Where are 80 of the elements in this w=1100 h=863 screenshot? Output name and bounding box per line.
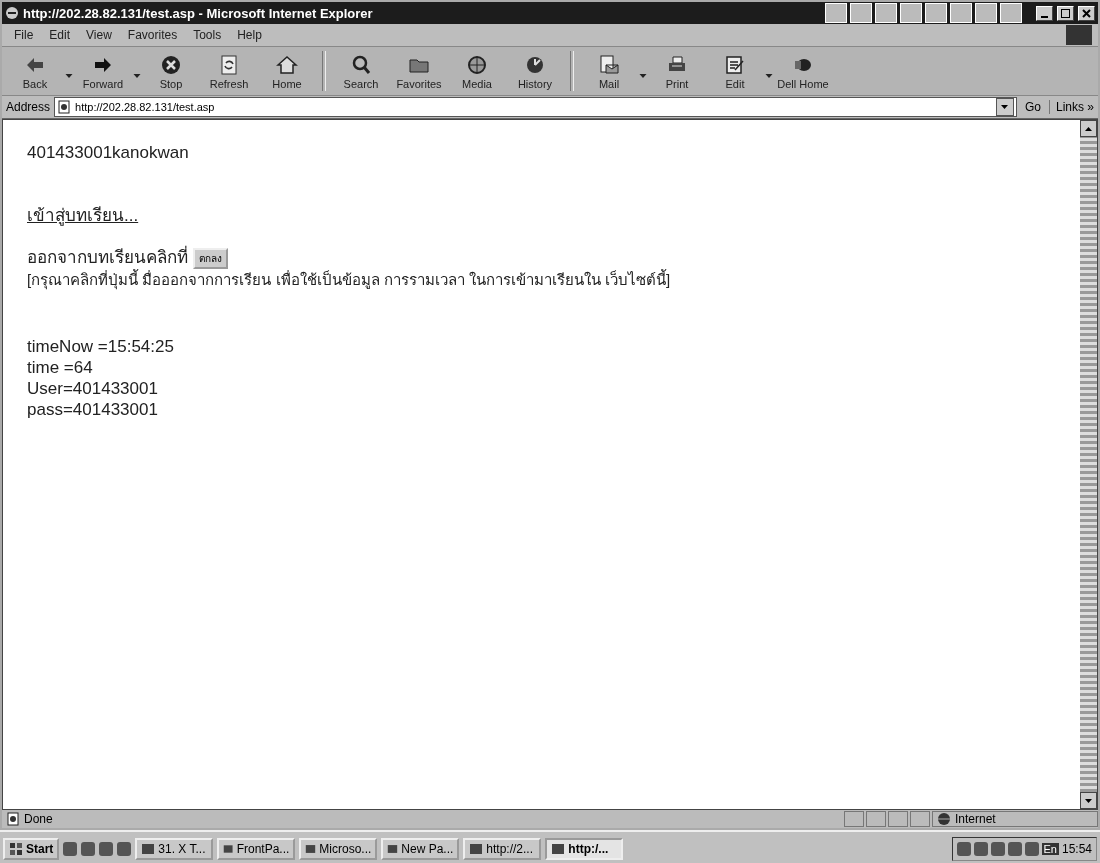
toolbar-button[interactable]: Refresh xyxy=(200,47,258,95)
menu-item[interactable]: File xyxy=(8,27,40,43)
status-text: Done xyxy=(24,812,53,826)
quick-launch-icon[interactable] xyxy=(99,841,114,856)
info-line: time =64 xyxy=(27,357,94,378)
note-text: [กรุณาคลิกที่ปุ่มนี้ มื่อออกจากการเรียน เพื่อใช้เป็นข้อมูล การรามเวลา ในการเข้ามาเรียนใน เว็บไซต์นี้] xyxy=(27,269,672,290)
close-button[interactable] xyxy=(1078,5,1095,21)
taskbar-button[interactable]: Microso... xyxy=(299,837,378,860)
address-box[interactable]: http://202.28.82.131/test.asp xyxy=(54,97,1017,117)
caret-icon xyxy=(1001,105,1009,109)
quick-launch-icon[interactable] xyxy=(117,841,132,856)
info-line: timeNow =15:54:25 xyxy=(27,336,175,357)
tray-icon[interactable] xyxy=(973,841,988,856)
toolbar-button[interactable]: Search xyxy=(332,47,390,95)
tray-icon[interactable] xyxy=(1024,841,1039,856)
window-title: http://202.28.82.131/test.asp - Microsoft Internet Explorer xyxy=(23,5,374,21)
quick-launch-icon[interactable] xyxy=(63,841,78,856)
globe-icon xyxy=(937,812,951,826)
app-icon xyxy=(141,841,156,856)
status-pane xyxy=(910,811,930,827)
toolbar-button[interactable]: Forward xyxy=(74,47,132,95)
menu-item[interactable]: Tools xyxy=(187,27,228,43)
toolbar-button[interactable]: Dell Home xyxy=(774,47,832,95)
minimize-icon xyxy=(1041,15,1048,18)
toolbar-button[interactable]: Print xyxy=(648,47,706,95)
status-pane xyxy=(844,811,864,827)
ok-button[interactable]: ตกลง xyxy=(192,248,228,269)
down-arrow-icon[interactable] xyxy=(1085,798,1092,803)
menu-item[interactable]: Edit xyxy=(43,27,77,43)
taskbar-button[interactable]: FrontPa... xyxy=(217,837,296,860)
taskbar-button[interactable]: New Pa... xyxy=(381,837,460,860)
app-icon xyxy=(469,841,484,856)
address-field[interactable]: http://202.28.82.131/test.asp xyxy=(75,101,992,113)
go-button[interactable]: Go xyxy=(1020,100,1045,114)
taskbar-button[interactable]: http://2... xyxy=(463,837,542,860)
clock: 15:54 xyxy=(1061,841,1092,856)
status-pane xyxy=(888,811,908,827)
maximize-button[interactable] xyxy=(1057,5,1074,21)
toolbar-button[interactable]: Back xyxy=(6,47,64,95)
page-icon xyxy=(6,812,20,826)
scrollbar[interactable] xyxy=(1080,120,1097,809)
toolbar-button[interactable]: Home xyxy=(258,47,316,95)
tray-icon[interactable] xyxy=(956,841,971,856)
page-icon xyxy=(57,100,72,114)
dropdown-button[interactable] xyxy=(995,98,1014,116)
menu-item[interactable]: Favorites xyxy=(121,27,184,43)
lesson-link[interactable]: เข้าสู่บทเรียน... xyxy=(27,206,139,225)
menu-item[interactable]: Help xyxy=(231,27,268,43)
toolbar-button[interactable]: Favorites xyxy=(390,47,448,95)
toolbar-button[interactable]: Edit xyxy=(706,47,764,95)
toolbar-button[interactable]: History xyxy=(506,47,564,95)
quick-launch-icon[interactable] xyxy=(81,841,96,856)
up-arrow-icon[interactable] xyxy=(1085,126,1092,131)
heading-text: 401433001kanokwan xyxy=(27,142,190,163)
maximize-icon xyxy=(1061,8,1070,18)
address-label: Address xyxy=(6,100,51,114)
taskbar-button[interactable]: http:/... xyxy=(545,837,624,860)
tray-icon[interactable] xyxy=(990,841,1005,856)
app-icon xyxy=(551,841,566,856)
caret-icon[interactable] xyxy=(638,74,648,78)
close-icon xyxy=(1082,8,1091,18)
toolbar-button[interactable]: Stop xyxy=(142,47,200,95)
info-line: User=401433001 xyxy=(27,378,159,399)
start-button[interactable]: Start xyxy=(3,837,60,860)
caret-icon[interactable] xyxy=(764,74,774,78)
toolbar-button[interactable]: Media xyxy=(448,47,506,95)
language-indicator[interactable]: En xyxy=(1041,842,1059,855)
mail-icon xyxy=(597,52,621,77)
zone-text: Internet xyxy=(955,812,996,826)
links-button[interactable]: Links » xyxy=(1048,100,1094,114)
browser-icon xyxy=(5,6,19,20)
taskbar-button[interactable]: 31. X T... xyxy=(135,837,214,860)
toolbar-button[interactable]: Mail xyxy=(580,47,638,95)
minimize-button[interactable] xyxy=(1036,5,1053,21)
tray-icon[interactable] xyxy=(1007,841,1022,856)
caret-icon[interactable] xyxy=(132,74,142,78)
menu-item[interactable]: View xyxy=(80,27,118,43)
caret-icon[interactable] xyxy=(64,74,74,78)
info-line: pass=401433001 xyxy=(27,399,159,420)
status-pane xyxy=(866,811,886,827)
